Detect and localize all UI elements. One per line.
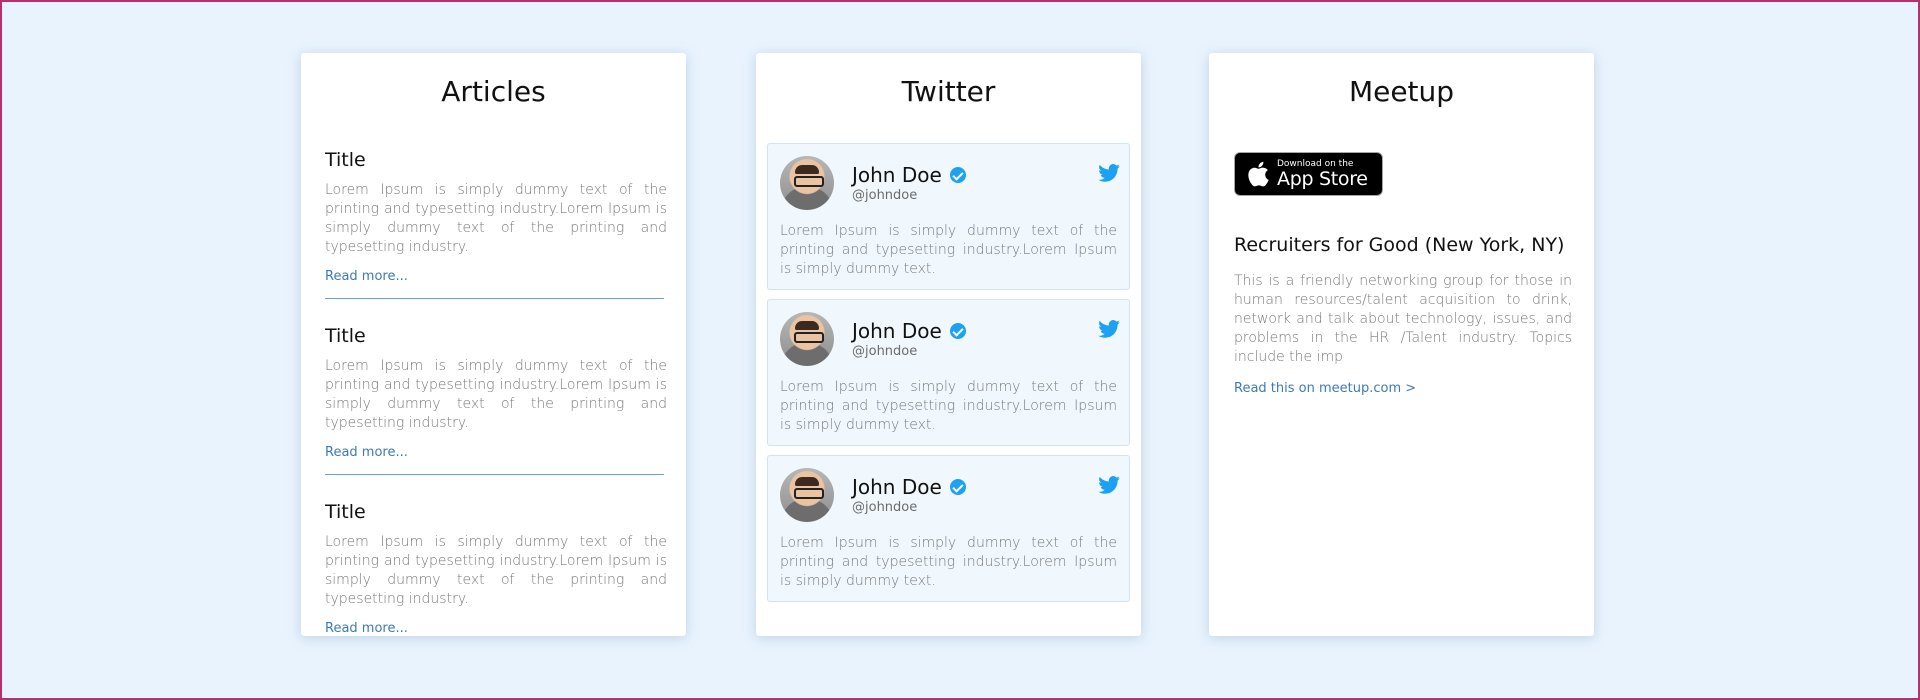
tweet-item[interactable]: John Doe @johndoe Lorem Ipsum is simply … [767,299,1130,446]
tweet-item[interactable]: John Doe @johndoe Lorem Ipsum is simply … [767,455,1130,602]
meetup-link[interactable]: Read this on meetup.com > [1234,381,1416,396]
tweet-user: John Doe @johndoe [852,163,966,203]
tweet-user-name[interactable]: John Doe [852,163,966,187]
tweet-list: John Doe @johndoe Lorem Ipsum is simply … [756,143,1141,602]
app-store-small-label: Download on the [1277,158,1354,169]
articles-card: Articles Title Lorem Ipsum is simply dum… [301,53,686,636]
tweet-name-text[interactable]: John Doe [852,319,942,343]
article-title: Title [325,149,366,171]
tweet-name-text[interactable]: John Doe [852,163,942,187]
tweet-text: Lorem Ipsum is simply dummy text of the … [780,535,1117,589]
tweet-handle[interactable]: @johndoe [852,344,966,359]
twitter-card: Twitter John Doe @johndoe Lorem Ipsum is… [756,53,1141,636]
tweet-name-text[interactable]: John Doe [852,475,942,499]
app-store-badge-button[interactable]: Download on the App Store [1234,152,1383,196]
tweet-handle[interactable]: @johndoe [852,500,966,515]
app-store-badge-text: Download on the App Store [1277,159,1368,190]
tweet-item[interactable]: John Doe @johndoe Lorem Ipsum is simply … [767,143,1130,290]
article-item: Title Lorem Ipsum is simply dummy text o… [325,319,667,475]
read-more-link[interactable]: Read more... [325,269,408,284]
twitter-bird-icon[interactable] [1098,476,1120,494]
meetup-card: Meetup Download on the App Store Recruit… [1209,53,1594,636]
meetup-event-description: This is a friendly networking group for … [1234,273,1572,365]
article-text: Lorem Ipsum is simply dummy text of the … [325,358,667,431]
tweet-header: John Doe @johndoe [780,312,1117,366]
article-item: Title Lorem Ipsum is simply dummy text o… [325,495,667,650]
meetup-heading: Meetup [1348,75,1455,108]
twitter-bird-icon[interactable] [1098,164,1120,182]
verified-badge-icon [949,479,966,495]
meetup-event-title: Recruiters for Good (New York, NY) [1234,234,1565,256]
verified-badge-icon [949,167,966,183]
verified-badge-icon [949,323,966,339]
article-item: Title Lorem Ipsum is simply dummy text o… [325,143,667,299]
avatar[interactable] [780,312,834,366]
articles-list: Title Lorem Ipsum is simply dummy text o… [301,143,686,650]
tweet-user-name[interactable]: John Doe [852,475,966,499]
twitter-bird-icon[interactable] [1098,320,1120,338]
article-title: Title [325,501,366,523]
articles-heading: Articles [441,75,546,108]
tweet-user: John Doe @johndoe [852,319,966,359]
tweet-handle[interactable]: @johndoe [852,188,966,203]
article-text: Lorem Ipsum is simply dummy text of the … [325,534,667,607]
apple-logo-icon [1248,161,1269,187]
article-title: Title [325,325,366,347]
tweet-header: John Doe @johndoe [780,468,1117,522]
meetup-body: Download on the App Store Recruiters for… [1209,152,1594,396]
tweet-text: Lorem Ipsum is simply dummy text of the … [780,379,1117,433]
twitter-heading: Twitter [901,75,996,108]
tweet-user: John Doe @johndoe [852,475,966,515]
app-store-big-label: App Store [1277,167,1368,190]
tweet-text: Lorem Ipsum is simply dummy text of the … [780,223,1117,277]
tweet-header: John Doe @johndoe [780,156,1117,210]
avatar[interactable] [780,468,834,522]
read-more-link[interactable]: Read more... [325,621,408,636]
tweet-user-name[interactable]: John Doe [852,319,966,343]
article-text: Lorem Ipsum is simply dummy text of the … [325,182,667,255]
avatar[interactable] [780,156,834,210]
read-more-link[interactable]: Read more... [325,445,408,460]
